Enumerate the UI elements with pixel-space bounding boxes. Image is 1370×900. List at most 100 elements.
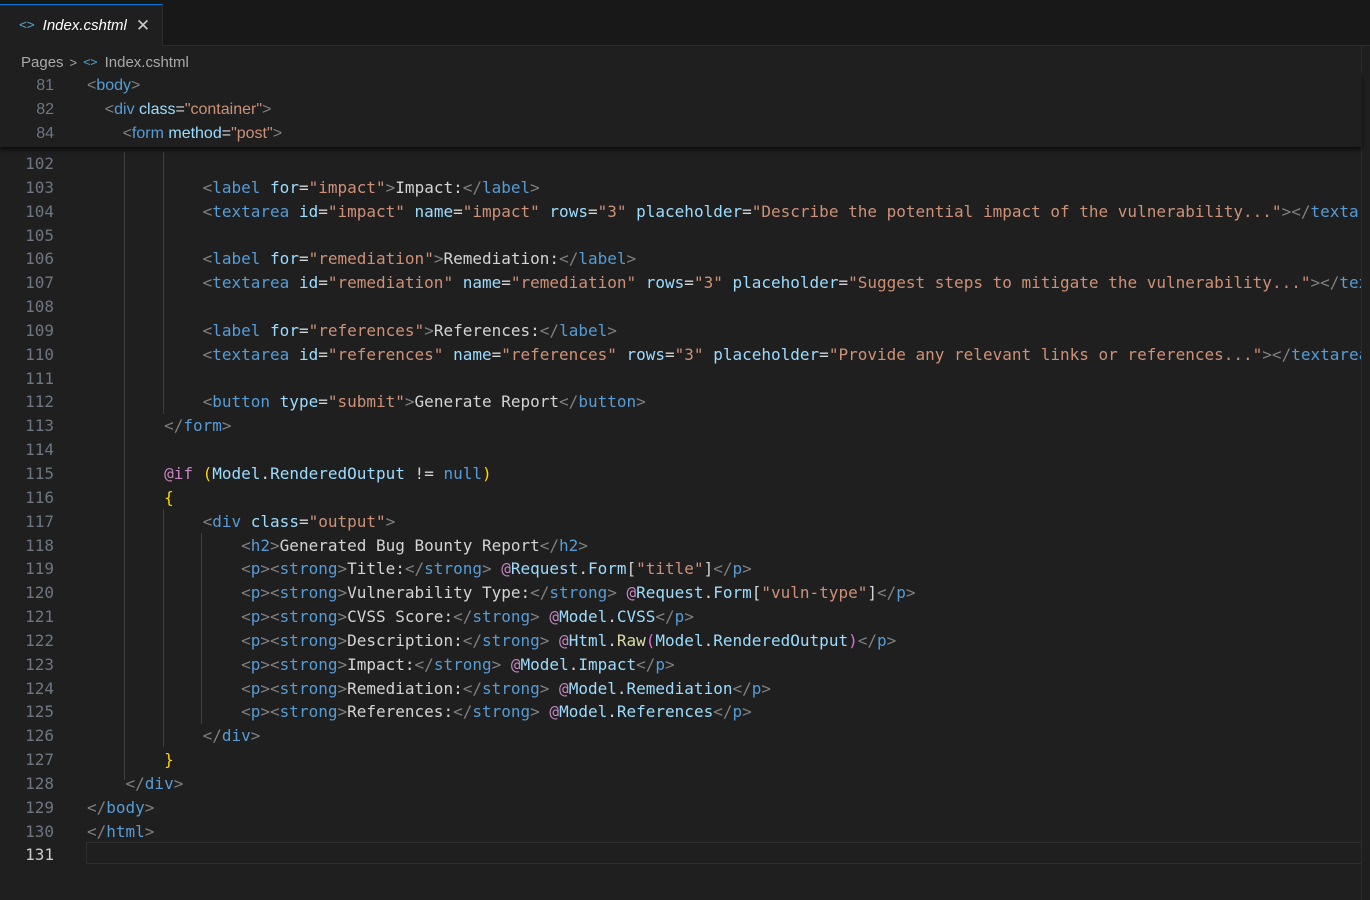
code-token: . <box>607 607 617 627</box>
code-line[interactable]: 122 <p><strong>Description:</strong> @Ht… <box>0 629 1362 653</box>
breadcrumb-file[interactable]: Index.cshtml <box>105 54 189 71</box>
code-token: strong <box>424 559 482 579</box>
code-text: <p><strong>Vulnerability Type:</strong> … <box>87 581 915 605</box>
code-line[interactable]: 125 <p><strong>References:</strong> @Mod… <box>0 700 1362 724</box>
code-line[interactable]: 84 <form method="post"> <box>0 122 1362 146</box>
code-token: placeholder <box>713 344 820 364</box>
code-text: @if (Model.RenderedOutput != null) <box>87 462 492 486</box>
code-line[interactable]: 105 <box>0 224 1362 248</box>
code-token: </ <box>636 654 656 674</box>
line-number: 106 <box>25 249 54 269</box>
code-line[interactable]: 126 </div> <box>0 724 1362 748</box>
code-line[interactable]: 119 <p><strong>Title:</strong> @Request.… <box>0 557 1362 581</box>
code-token: > <box>144 821 155 841</box>
code-token: p <box>250 607 261 627</box>
code-token: > <box>607 320 617 340</box>
code-line[interactable]: 118 <h2>Generated Bug Bounty Report</h2> <box>0 534 1362 558</box>
code-line[interactable]: 107 <textarea id="remediation" name="rem… <box>0 271 1362 295</box>
code-line[interactable]: 117 <div class="output"> <box>0 510 1362 534</box>
code-token: rows <box>549 201 588 221</box>
code-line[interactable]: 123 <p><strong>Impact:</strong> @Model.I… <box>0 653 1362 677</box>
tab-index-cshtml[interactable]: <> Index.cshtml ✕ <box>0 4 163 46</box>
code-token: "post" <box>231 125 273 142</box>
code-line[interactable]: 81 <body> <box>0 74 1362 98</box>
code-line[interactable]: 124 <p><strong>Remediation:</strong> @Mo… <box>0 677 1362 701</box>
code-token: Remediation: <box>443 249 560 269</box>
code-token: p <box>250 702 261 722</box>
code-token: type <box>279 392 319 412</box>
code-token: div <box>144 773 174 793</box>
line-number: 84 <box>36 125 54 142</box>
code-line[interactable]: 128 </div> <box>0 772 1362 796</box>
code-token: Impact: <box>347 654 415 674</box>
code-line[interactable]: 115 @if (Model.RenderedOutput != null) <box>0 462 1362 486</box>
code-token: Model <box>559 702 608 722</box>
code-token: strong <box>481 630 540 650</box>
code-line[interactable]: 121 <p><strong>CVSS Score:</strong> @Mod… <box>0 605 1362 629</box>
code-line[interactable]: 108 <box>0 295 1362 319</box>
code-token: Request <box>510 559 579 579</box>
code-text: <p><strong>Description:</strong> @Html.R… <box>87 629 896 653</box>
code-text: { <box>87 486 174 510</box>
code-token: > <box>337 559 348 579</box>
code-token: < <box>241 630 251 650</box>
code-token: = <box>665 344 675 364</box>
code-token: label <box>482 177 531 197</box>
code-line[interactable]: 127 } <box>0 748 1362 772</box>
code-token: . <box>703 583 714 603</box>
code-token: . <box>607 702 617 722</box>
code-token: p <box>674 607 685 627</box>
code-file-icon: <> <box>83 55 98 69</box>
code-token: < <box>87 77 97 94</box>
code-token: > <box>385 511 396 531</box>
code-line[interactable]: 104 <textarea id="impact" name="impact" … <box>0 200 1362 224</box>
code-line[interactable]: 112 <button type="submit">Generate Repor… <box>0 390 1362 414</box>
code-token: name <box>453 344 492 364</box>
code-token: < <box>202 273 213 293</box>
code-line[interactable]: 129 </body> <box>0 796 1362 820</box>
close-icon[interactable]: ✕ <box>136 17 150 34</box>
code-token: ) <box>481 463 492 483</box>
code-token: = <box>819 344 829 364</box>
code-token: "submit" <box>327 392 405 412</box>
code-editor[interactable]: 102 103 <label for="impact">Impact:</labe… <box>0 152 1362 867</box>
code-token: < <box>202 392 213 412</box>
code-token: > <box>530 702 540 722</box>
code-token: Raw <box>616 630 646 650</box>
code-token: > <box>144 797 155 817</box>
code-text: <p><strong>Impact:</strong> @Model.Impac… <box>87 653 675 677</box>
code-line[interactable]: 109 <label for="references">References:<… <box>0 319 1362 343</box>
code-token: = <box>453 201 463 221</box>
code-line[interactable]: 130 </html> <box>0 820 1362 844</box>
code-line[interactable]: 106 <label for="remediation">Remediation… <box>0 247 1362 271</box>
code-token: "references" <box>308 320 425 340</box>
code-token: < <box>104 101 115 118</box>
breadcrumb-folder[interactable]: Pages <box>21 54 64 71</box>
code-token: = <box>318 201 328 221</box>
code-line[interactable]: 102 <box>0 152 1362 176</box>
code-line[interactable]: 116 { <box>0 486 1362 510</box>
code-line[interactable]: 110 <textarea id="references" name="refe… <box>0 343 1362 367</box>
code-token: strong <box>279 583 338 603</box>
code-token: = <box>491 344 502 364</box>
line-number: 124 <box>25 678 54 698</box>
sticky-scroll-header[interactable]: 81 <body> 82 <div class="container"> 84 <fo… <box>0 74 1362 147</box>
line-number: 129 <box>25 797 54 817</box>
code-line[interactable]: 82 <div class="container"> <box>0 98 1362 122</box>
code-line[interactable]: 111 <box>0 367 1362 391</box>
code-token: ></ <box>1262 344 1292 364</box>
code-line[interactable]: 113 </form> <box>0 414 1362 438</box>
code-line[interactable]: 103 <label for="impact">Impact:</label> <box>0 176 1362 200</box>
vertical-scrollbar[interactable] <box>1361 46 1370 900</box>
code-line[interactable]: 114 <box>0 438 1362 462</box>
code-token: != <box>404 463 444 483</box>
code-token: </ <box>453 607 473 627</box>
code-line[interactable]: 120 <p><strong>Vulnerability Type:</stro… <box>0 581 1362 605</box>
line-number: 121 <box>25 607 54 627</box>
code-token: "container" <box>184 101 263 118</box>
code-token: References <box>616 702 714 722</box>
tab-label[interactable]: Index.cshtml <box>43 17 127 34</box>
